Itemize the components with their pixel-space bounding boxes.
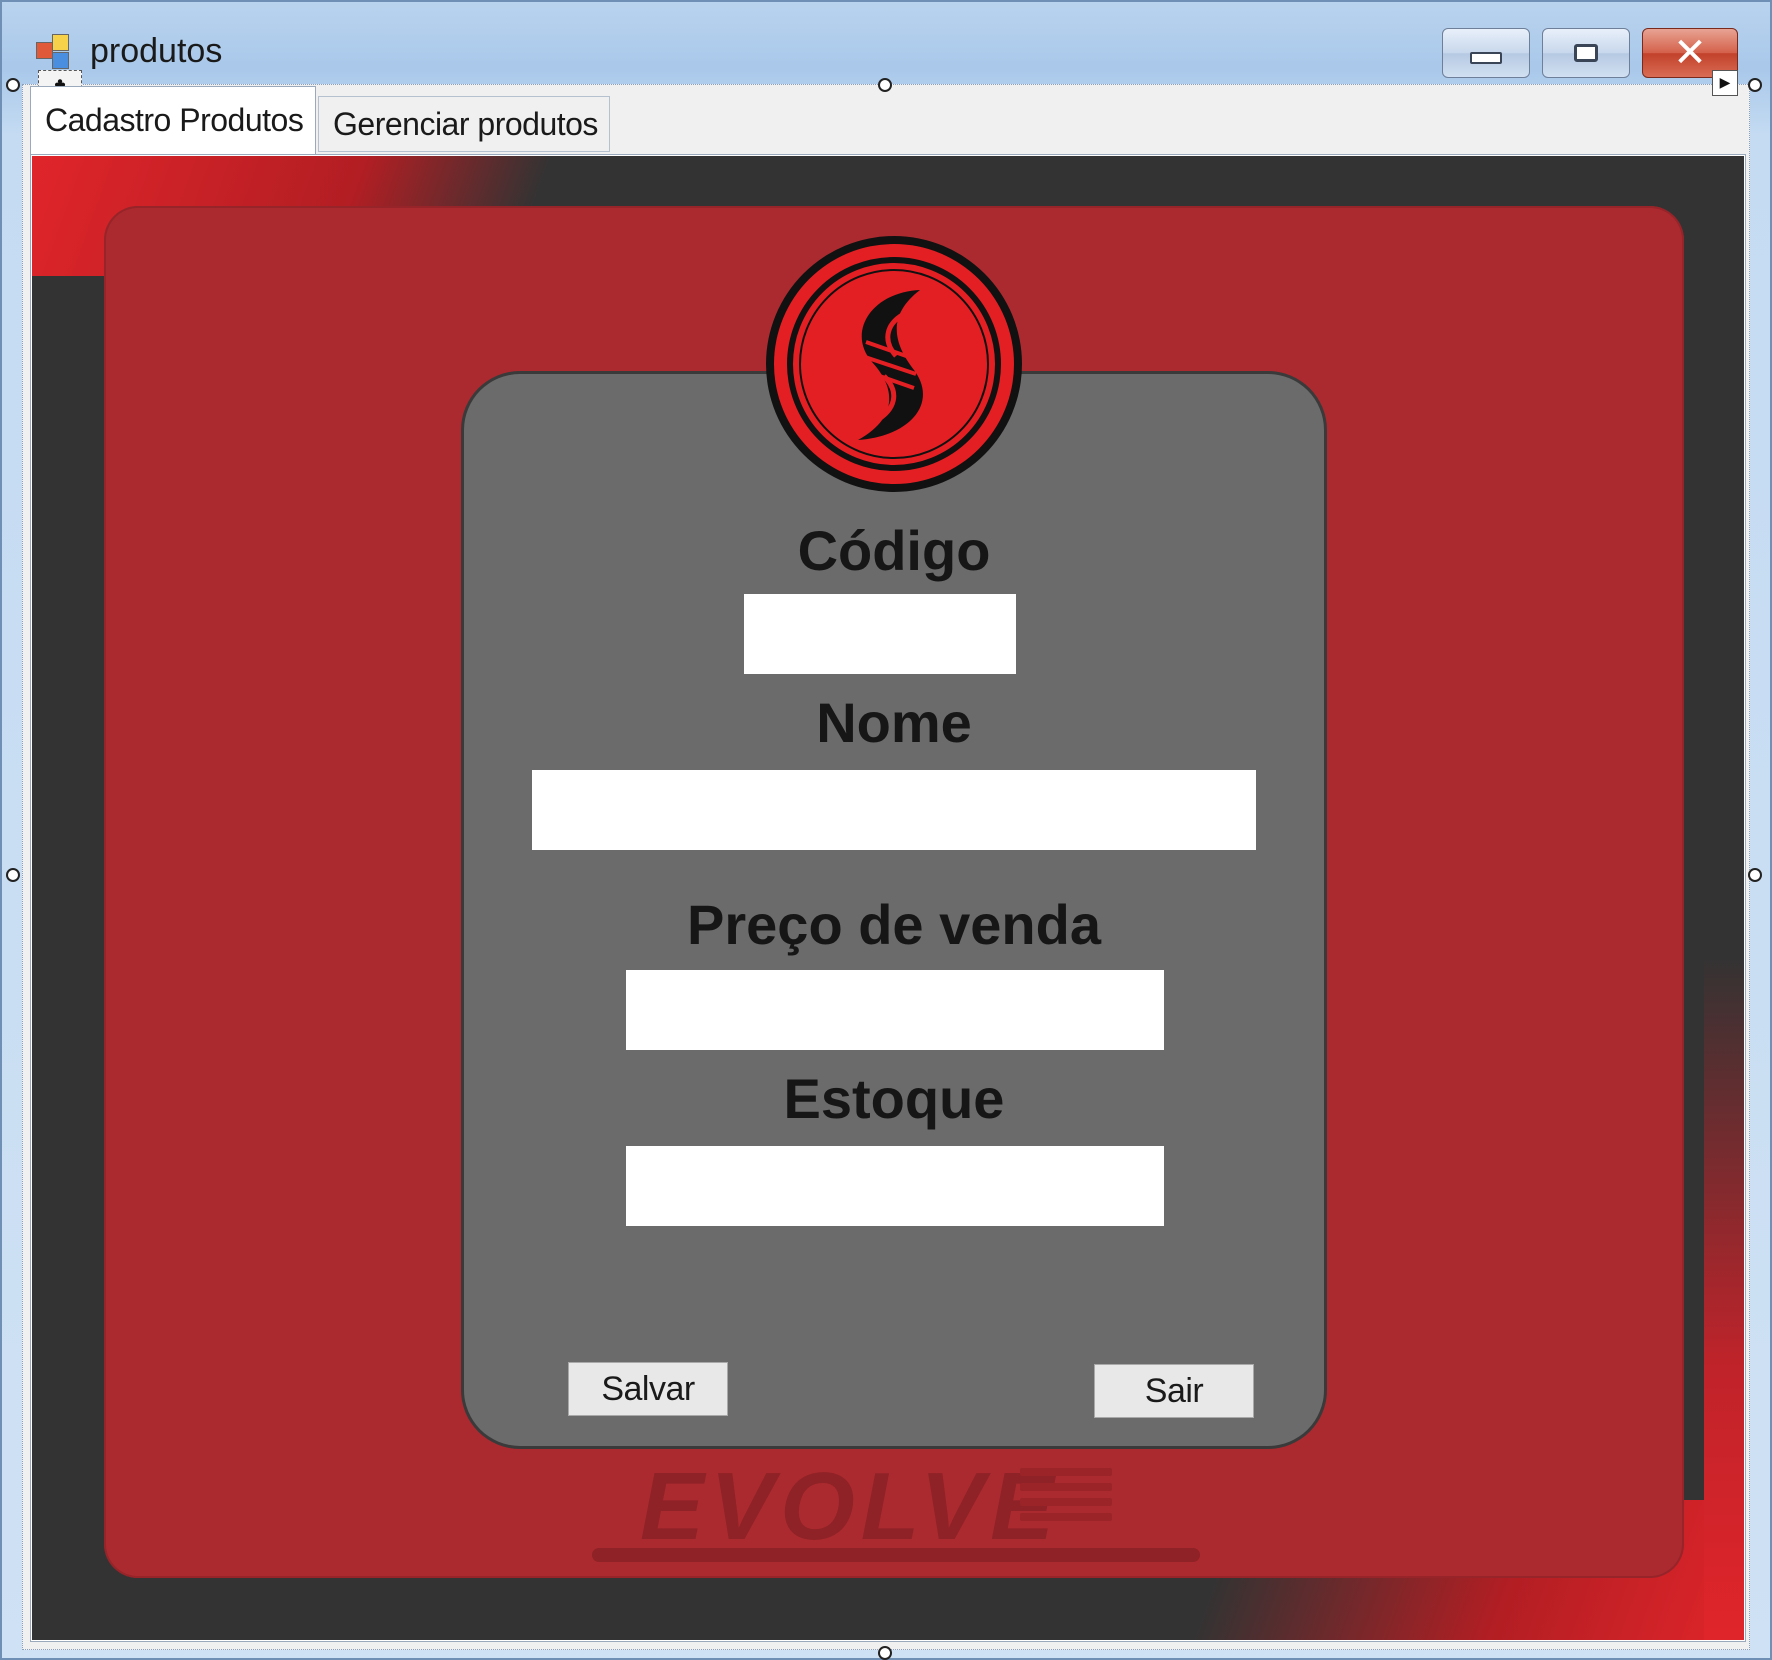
smart-tag-arrow-icon[interactable]: ▶ <box>1712 70 1738 96</box>
title-bar[interactable]: produtos ✕ <box>2 2 1772 90</box>
close-icon: ✕ <box>1673 30 1707 76</box>
evolve-watermark-lines <box>1020 1468 1112 1528</box>
minimize-button[interactable] <box>1442 28 1530 78</box>
tab-cadastro-produtos[interactable]: Cadastro Produtos <box>30 86 316 154</box>
resize-handle-top-left[interactable] <box>6 78 20 92</box>
nome-label: Nome <box>816 691 972 754</box>
tab-gerenciar-produtos[interactable]: Gerenciar produtos <box>318 96 610 152</box>
maximize-button[interactable] <box>1542 28 1630 78</box>
preco-venda-input[interactable] <box>626 970 1164 1050</box>
estoque-label: Estoque <box>783 1067 1005 1130</box>
resize-handle-left[interactable] <box>6 868 20 882</box>
resize-handle-top[interactable] <box>878 78 892 92</box>
sair-button[interactable]: Sair <box>1094 1364 1254 1418</box>
estoque-input[interactable] <box>626 1146 1164 1226</box>
app-form-icon <box>36 34 76 74</box>
evolve-watermark-bar <box>592 1548 1200 1562</box>
resize-handle-right[interactable] <box>1748 868 1762 882</box>
codigo-input[interactable] <box>744 594 1016 674</box>
maximize-icon <box>1574 44 1598 62</box>
evolve-watermark: EVOLVE <box>640 1453 1061 1560</box>
nome-input[interactable] <box>532 770 1256 850</box>
salvar-button[interactable]: Salvar <box>568 1362 728 1416</box>
minimize-icon <box>1470 52 1502 64</box>
preco-venda-label: Preço de venda <box>687 893 1101 956</box>
window-title: produtos <box>90 32 223 70</box>
codigo-label: Código <box>797 519 991 582</box>
resize-handle-bottom[interactable] <box>878 1646 892 1660</box>
brand-s-logo <box>766 236 1022 492</box>
resize-handle-top-right[interactable] <box>1748 78 1762 92</box>
